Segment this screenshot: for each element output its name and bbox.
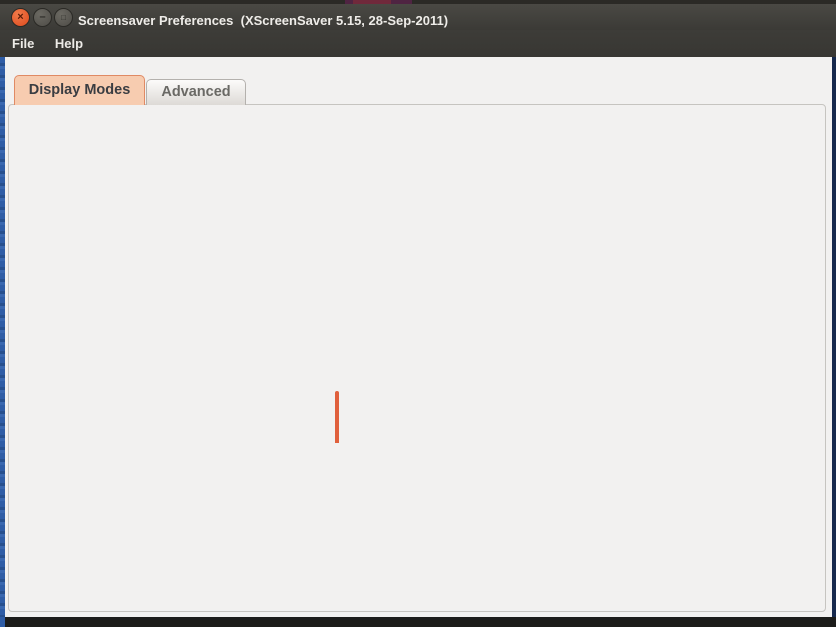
close-button[interactable]: × — [11, 8, 30, 27]
desktop-bottom-edge — [0, 617, 836, 627]
minimize-button[interactable]: – — [33, 8, 52, 27]
menu-file[interactable]: File — [4, 30, 42, 58]
window-title: Screensaver Preferences (XScreenSaver 5.… — [78, 13, 448, 28]
list-scrollbar-thumb[interactable] — [335, 391, 339, 444]
tab-display-modes[interactable]: Display Modes — [14, 75, 145, 105]
close-icon: × — [17, 12, 23, 23]
desktop-right-edge — [832, 57, 836, 617]
display-modes-panel — [8, 104, 826, 612]
maximize-button[interactable]: □ — [54, 8, 73, 27]
menu-help[interactable]: Help — [47, 30, 91, 58]
menubar: File Help — [0, 30, 836, 57]
maximize-icon: □ — [61, 14, 66, 22]
xscreensaver-window: × – □ Screensaver Preferences (XScreenSa… — [0, 0, 836, 627]
minimize-icon: – — [39, 12, 45, 23]
tab-advanced[interactable]: Advanced — [146, 79, 246, 105]
titlebar[interactable]: × – □ Screensaver Preferences (XScreenSa… — [0, 4, 836, 30]
desktop-left-edge — [0, 57, 5, 617]
